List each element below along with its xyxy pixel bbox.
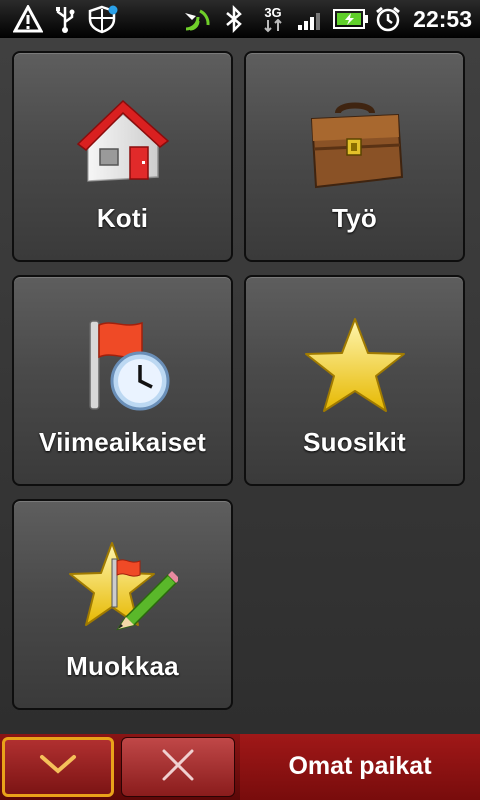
collapse-button[interactable] [2,737,114,797]
close-button[interactable] [121,737,235,797]
tile-label: Koti [96,203,149,233]
star-icon [300,313,410,423]
bottom-bar: Omat paikat [0,734,480,800]
status-time: 22:53 [413,6,472,32]
tile-label: Työ [332,203,377,233]
warning-icon [12,4,44,34]
tile-koti[interactable]: Koti [12,51,233,262]
chevron-down-icon [38,753,78,782]
home-icon [68,89,178,199]
network-type-label: 3G [264,4,282,20]
battery-charging-icon [332,4,370,34]
usb-icon [52,4,78,34]
bluetooth-icon [222,4,246,34]
shield-icon [88,4,120,34]
screen-title: Omat paikat [240,734,480,800]
close-icon [160,747,196,788]
tile-viimeaikaiset[interactable]: Viimeaikaiset [12,275,233,486]
network-3g-icon: 3G [258,4,288,34]
status-bar: 3G 22:53 [0,0,480,38]
tile-tyo[interactable]: Työ [244,51,465,262]
briefcase-icon [300,89,410,199]
recent-flag-clock-icon [68,313,178,423]
tile-muokkaa[interactable]: Muokkaa [12,499,233,710]
places-grid: Koti Työ Viimeaikaiset Suosikit Muokkaa [0,38,480,734]
signal-icon [296,4,326,34]
tile-suosikit[interactable]: Suosikit [244,275,465,486]
tile-label: Muokkaa [66,651,179,681]
gps-icon [182,4,212,34]
edit-star-pencil-icon [68,537,180,647]
alarm-icon [374,4,402,34]
tile-label: Viimeaikaiset [39,427,206,457]
tile-label: Suosikit [303,427,406,457]
